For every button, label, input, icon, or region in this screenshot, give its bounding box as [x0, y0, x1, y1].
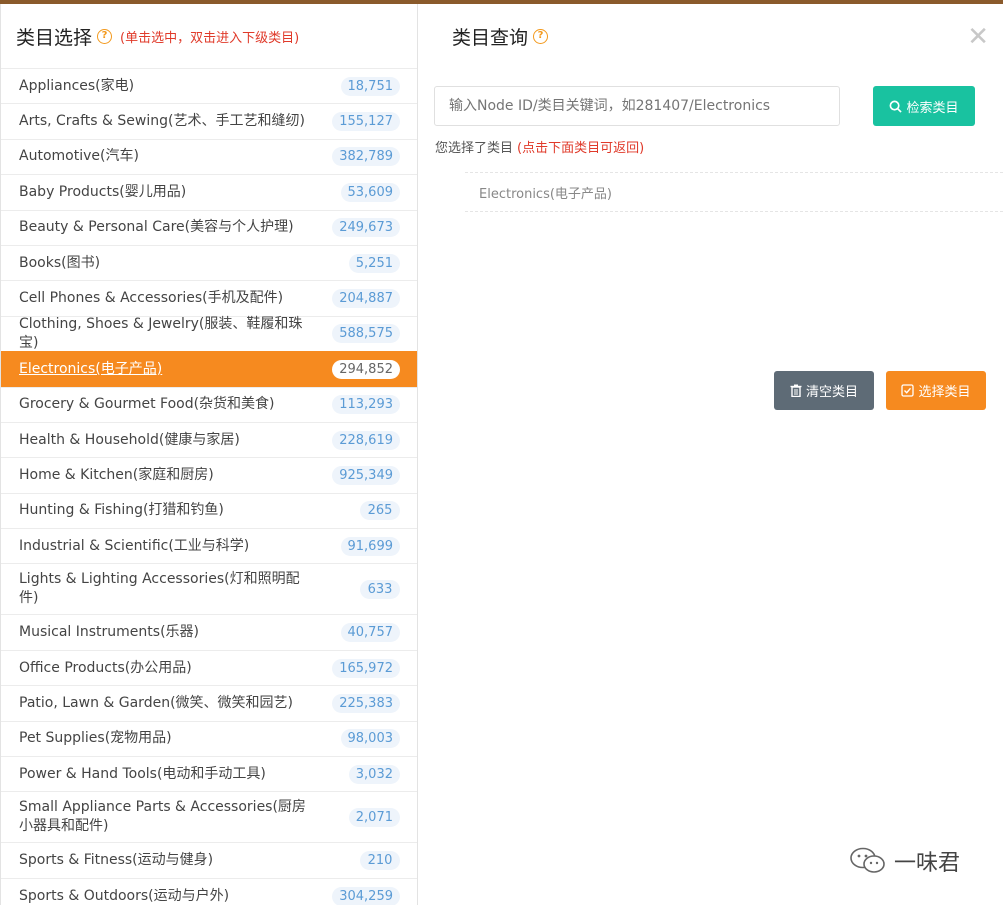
category-count-badge: 249,673: [332, 218, 400, 238]
category-count-badge: 91,699: [340, 536, 400, 556]
category-select-panel: 类目选择 ? (单击选中，双击进入下级类目) Appliances(家电) 18,…: [0, 4, 418, 905]
category-count-badge: 98,003: [340, 729, 400, 749]
search-input[interactable]: [434, 86, 840, 126]
selection-hint: (单击选中，双击进入下级类目): [120, 30, 300, 46]
category-count-badge: 228,619: [332, 430, 400, 450]
category-item[interactable]: Electronics(电子产品) 294,852: [1, 351, 417, 387]
select-button-label: 选择类目: [918, 384, 971, 399]
select-category-button[interactable]: 选择类目: [886, 371, 986, 410]
category-count-badge: 2,071: [348, 807, 400, 827]
category-count-badge: 3,032: [348, 764, 400, 784]
category-item[interactable]: Home & Kitchen(家庭和厨房) 925,349: [1, 457, 417, 492]
selected-hint: (点击下面类目可返回): [517, 141, 645, 156]
selected-category-line: 您选择了类目 (点击下面类目可返回): [435, 137, 644, 156]
query-help-icon[interactable]: ?: [533, 28, 549, 44]
category-name: Grocery & Gourmet Food(杂货和美食): [19, 396, 275, 413]
category-item[interactable]: Arts, Crafts & Sewing(艺术、手工艺和缝纫) 155,127: [1, 103, 417, 138]
category-count-badge: 40,757: [340, 623, 400, 643]
selected-category-item[interactable]: Electronics(电子产品): [465, 172, 1003, 212]
category-item[interactable]: Cell Phones & Accessories(手机及配件) 204,887: [1, 280, 417, 315]
category-item[interactable]: Sports & Fitness(运动与健身) 210: [1, 842, 417, 877]
category-item[interactable]: Appliances(家电) 18,751: [1, 68, 417, 103]
category-name: Arts, Crafts & Sewing(艺术、手工艺和缝纫): [19, 113, 305, 130]
category-count-badge: 5,251: [348, 253, 400, 273]
trash-icon: [790, 384, 802, 397]
category-item[interactable]: Small Appliance Parts & Accessories(厨房小器…: [1, 791, 417, 842]
search-icon: [890, 100, 903, 113]
category-item[interactable]: Books(图书) 5,251: [1, 244, 417, 280]
query-title: 类目查询: [452, 26, 529, 49]
category-item[interactable]: Patio, Lawn & Garden(微笑、微笑和园艺) 225,383: [1, 685, 417, 720]
category-name: Office Products(办公用品): [19, 659, 192, 676]
category-name: Patio, Lawn & Garden(微笑、微笑和园艺): [19, 694, 293, 711]
clear-button-label: 清空类目: [805, 384, 858, 399]
category-count-badge: 633: [360, 579, 400, 599]
category-item[interactable]: Baby Products(婴儿用品) 53,609: [1, 174, 417, 209]
category-item[interactable]: Automotive(汽车) 382,789: [1, 138, 417, 174]
right-panel-header: 类目查询 ?: [418, 4, 1003, 68]
category-count-badge: 155,127: [332, 112, 400, 132]
category-count-badge: 113,293: [332, 395, 400, 415]
category-item[interactable]: Lights & Lighting Accessories(灯和照明配件) 633: [1, 563, 417, 614]
category-name: Books(图书): [19, 254, 101, 271]
category-item[interactable]: Industrial & Scientific(工业与科学) 91,699: [1, 528, 417, 563]
category-item[interactable]: Pet Supplies(宠物用品) 98,003: [1, 720, 417, 756]
category-count-badge: 304,259: [332, 886, 400, 905]
category-count-badge: 53,609: [340, 182, 400, 202]
help-icon[interactable]: ?: [97, 28, 113, 44]
category-item[interactable]: Power & Hand Tools(电动和手动工具) 3,032: [1, 756, 417, 791]
category-count-badge: 382,789: [332, 147, 400, 167]
category-count-badge: 210: [360, 851, 400, 871]
category-query-panel: 类目查询 ? ✕ 检索类目 您选择了类目(点击下面类目可返回) Electron…: [418, 4, 1003, 905]
category-name: Sports & Outdoors(运动与户外): [19, 887, 230, 904]
category-item[interactable]: Office Products(办公用品) 165,972: [1, 649, 417, 685]
wechat-icon: [850, 847, 885, 873]
search-row: 检索类目: [434, 86, 975, 126]
clear-category-button[interactable]: 清空类目: [774, 371, 874, 410]
category-count-badge: 588,575: [332, 324, 400, 344]
category-count-badge: 294,852: [332, 359, 400, 379]
category-item[interactable]: Clothing, Shoes & Jewelry(服装、鞋履和珠宝) 588,5…: [1, 315, 417, 351]
search-button-label: 检索类目: [906, 99, 959, 115]
left-panel-header: 类目选择 ? (单击选中，双击进入下级类目): [1, 4, 417, 68]
category-name: Appliances(家电): [19, 77, 135, 94]
category-count-badge: 204,887: [332, 289, 400, 309]
category-count-badge: 18,751: [340, 76, 400, 96]
category-name: Baby Products(婴儿用品): [19, 183, 187, 200]
category-name: Lights & Lighting Accessories(灯和照明配件): [19, 571, 300, 607]
category-count-badge: 925,349: [332, 465, 400, 485]
category-item[interactable]: Beauty & Personal Care(美容与个人护理) 249,673: [1, 209, 417, 245]
panel-title: 类目选择: [16, 26, 93, 49]
search-category-button[interactable]: 检索类目: [873, 86, 975, 126]
selected-category-value: Electronics(电子产品): [479, 186, 612, 202]
category-name: Sports & Fitness(运动与健身): [19, 852, 214, 869]
category-name: Hunting & Fishing(打猎和钓鱼): [19, 502, 224, 519]
category-count-badge: 265: [360, 501, 400, 521]
category-name: Industrial & Scientific(工业与科学): [19, 537, 250, 554]
category-name: Electronics(电子产品): [19, 360, 163, 377]
category-list: Appliances(家电) 18,751 Arts, Crafts & Sewin…: [1, 68, 417, 905]
close-icon[interactable]: ✕: [967, 22, 989, 52]
check-square-icon: [901, 384, 915, 397]
category-name: Small Appliance Parts & Accessories(厨房小器…: [19, 799, 306, 835]
category-count-badge: 165,972: [332, 658, 400, 678]
category-name: Pet Supplies(宠物用品): [19, 730, 172, 747]
category-item[interactable]: Grocery & Gourmet Food(杂货和美食) 113,293: [1, 386, 417, 422]
category-item[interactable]: Hunting & Fishing(打猎和钓鱼) 265: [1, 492, 417, 528]
watermark: 一味君: [848, 845, 960, 877]
category-name: Musical Instruments(乐器): [19, 624, 199, 641]
category-name: Power & Hand Tools(电动和手动工具): [19, 765, 266, 782]
category-name: Home & Kitchen(家庭和厨房): [19, 466, 214, 483]
selected-label: 您选择了类目: [435, 141, 514, 156]
category-name: Clothing, Shoes & Jewelry(服装、鞋履和珠宝): [19, 315, 303, 351]
category-name: Automotive(汽车): [19, 148, 139, 165]
category-name: Health & Household(健康与家居): [19, 431, 240, 448]
category-name: Beauty & Personal Care(美容与个人护理): [19, 219, 294, 236]
category-item[interactable]: Sports & Outdoors(运动与户外) 304,259: [1, 877, 417, 905]
category-item[interactable]: Health & Household(健康与家居) 228,619: [1, 421, 417, 457]
category-item[interactable]: Musical Instruments(乐器) 40,757: [1, 614, 417, 649]
category-name: Cell Phones & Accessories(手机及配件): [19, 290, 284, 307]
category-count-badge: 225,383: [332, 693, 400, 713]
watermark-text: 一味君: [894, 851, 961, 876]
